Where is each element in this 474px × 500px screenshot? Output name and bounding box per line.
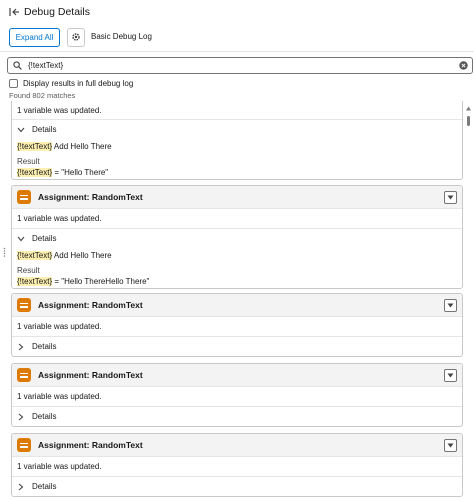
updated-text-label: 1 variable was updated. xyxy=(17,392,102,401)
result-line: {!textText} = "Hello ThereHello There" xyxy=(17,276,457,287)
details-toggle[interactable]: Details xyxy=(12,120,462,139)
assignment-icon xyxy=(17,190,31,204)
settings-button[interactable] xyxy=(67,28,85,47)
result-label: Result xyxy=(17,266,40,275)
result-label: Result xyxy=(17,157,40,166)
updated-text-label: 1 variable was updated. xyxy=(17,214,102,223)
details-content: {!textText} Add Hello There Result {!tex… xyxy=(12,139,462,179)
expand-all-button[interactable]: Expand All xyxy=(9,28,60,47)
card-header: Assignment: RandomText xyxy=(12,364,462,387)
gear-icon xyxy=(71,32,81,44)
updated-text-label: 1 variable was updated. xyxy=(17,106,102,115)
debug-entries-list[interactable]: 1 variable was updated. Details {!textTe… xyxy=(0,101,474,500)
full-debug-option: Display results in full debug log xyxy=(9,79,133,88)
assignment-icon xyxy=(17,298,31,312)
details-label: Details xyxy=(32,482,57,491)
chevron-right-icon xyxy=(17,343,25,351)
divider xyxy=(0,51,474,52)
statement-text: Add Hello There xyxy=(52,142,112,151)
scrollbar[interactable] xyxy=(466,101,471,500)
assignment-icon xyxy=(17,438,31,452)
dropdown-icon[interactable] xyxy=(444,369,457,382)
variable-highlight: {!textText} xyxy=(17,168,53,177)
updated-text: 1 variable was updated. xyxy=(12,317,462,337)
full-debug-label: Display results in full debug log xyxy=(23,79,134,88)
full-debug-checkbox[interactable] xyxy=(9,79,18,88)
debug-entry-card: 1 variable was updated. Details {!textTe… xyxy=(11,101,463,180)
card-title: Assignment: RandomText xyxy=(38,440,143,450)
panel-header: Debug Details xyxy=(0,0,474,24)
assignment-icon xyxy=(17,368,31,382)
debug-entry-card: Assignment: RandomText 1 variable was up… xyxy=(11,433,463,497)
chevron-down-icon xyxy=(17,235,25,243)
details-label: Details xyxy=(32,234,57,243)
search-value: {!textText} xyxy=(28,61,64,70)
clear-icon[interactable] xyxy=(459,61,469,71)
search-input[interactable]: {!textText} xyxy=(7,57,473,74)
resize-handle-icon[interactable] xyxy=(3,247,6,257)
card-title: Assignment: RandomText xyxy=(38,370,143,380)
details-content: {!textText} Add Hello There Result {!tex… xyxy=(12,248,462,288)
dropdown-icon[interactable] xyxy=(444,191,457,204)
details-label: Details xyxy=(32,342,57,351)
statement-text: Add Hello There xyxy=(52,251,112,260)
statement-line: {!textText} Add Hello There xyxy=(17,250,457,261)
dropdown-icon[interactable] xyxy=(444,439,457,452)
details-toggle[interactable]: Details xyxy=(12,407,462,426)
variable-highlight: {!textText} xyxy=(17,251,53,260)
card-header: Assignment: RandomText xyxy=(12,294,462,317)
details-label: Details xyxy=(32,125,57,134)
details-toggle[interactable]: Details xyxy=(12,477,462,496)
variable-highlight: {!textText} xyxy=(17,142,53,151)
updated-text: 1 variable was updated. xyxy=(12,209,462,229)
result-text: = "Hello ThereHello There" xyxy=(52,277,150,286)
debug-entry-card: Assignment: RandomText 1 variable was up… xyxy=(11,293,463,357)
result-text: = "Hello There" xyxy=(52,168,109,177)
result-line: {!textText} = "Hello There" xyxy=(17,167,457,178)
collapse-panel-icon[interactable] xyxy=(8,6,20,18)
chevron-right-icon xyxy=(17,413,25,421)
details-toggle[interactable]: Details xyxy=(12,229,462,248)
panel-title: Debug Details xyxy=(24,6,90,18)
card-title: Assignment: RandomText xyxy=(38,192,143,202)
chevron-right-icon xyxy=(17,483,25,491)
variable-highlight: {!textText} xyxy=(17,277,53,286)
card-header: Assignment: RandomText xyxy=(12,186,462,209)
chevron-down-icon xyxy=(17,126,25,134)
scrollbar-thumb[interactable] xyxy=(467,116,470,126)
updated-text-label: 1 variable was updated. xyxy=(17,462,102,471)
dropdown-icon[interactable] xyxy=(444,299,457,312)
updated-text: 1 variable was updated. xyxy=(12,387,462,407)
scroll-up-icon[interactable] xyxy=(466,103,471,111)
updated-text: 1 variable was updated. xyxy=(12,101,462,120)
updated-text-label: 1 variable was updated. xyxy=(17,322,102,331)
statement-line: {!textText} Add Hello There xyxy=(17,141,457,152)
debug-entry-card: Assignment: RandomText 1 variable was up… xyxy=(11,185,463,289)
search-icon xyxy=(13,61,23,71)
log-type-label: Basic Debug Log xyxy=(91,32,152,41)
card-title: Assignment: RandomText xyxy=(38,300,143,310)
details-label: Details xyxy=(32,412,57,421)
card-header: Assignment: RandomText xyxy=(12,434,462,457)
match-count: Found 802 matches xyxy=(9,91,76,100)
updated-text: 1 variable was updated. xyxy=(12,457,462,477)
details-toggle[interactable]: Details xyxy=(12,337,462,356)
debug-entry-card: Assignment: RandomText 1 variable was up… xyxy=(11,363,463,427)
